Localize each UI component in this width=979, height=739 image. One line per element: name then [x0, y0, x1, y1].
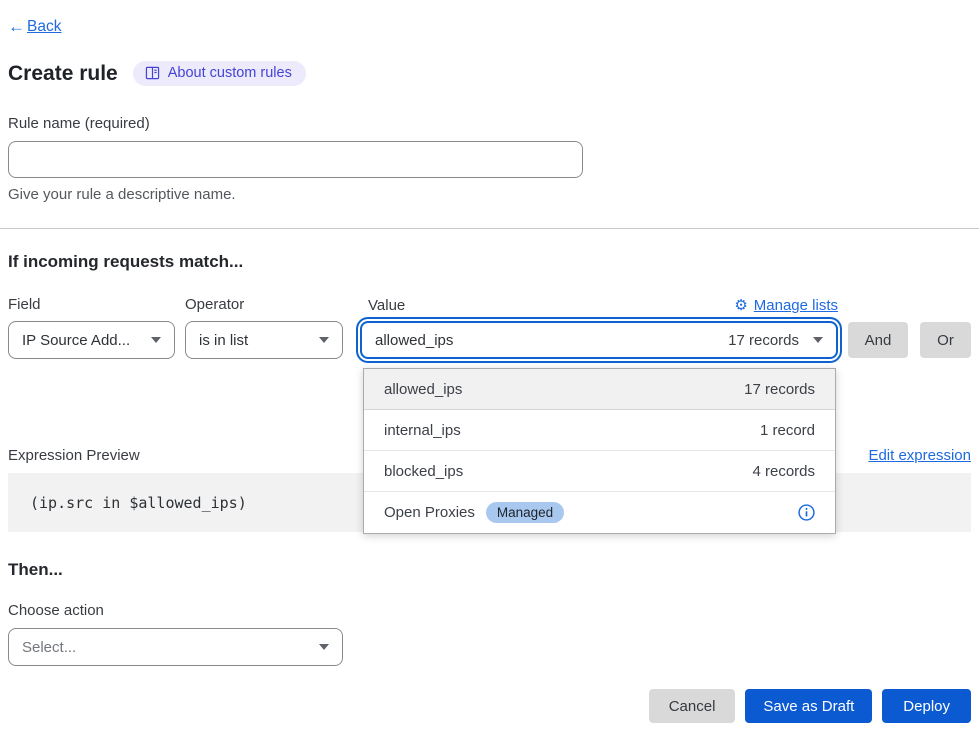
expression-preview-label: Expression Preview [8, 447, 140, 464]
list-option-allowed-ips[interactable]: allowed_ips 17 records [364, 369, 835, 410]
about-custom-rules-badge[interactable]: About custom rules [133, 61, 306, 86]
list-record-count: 1 record [760, 422, 815, 439]
create-rule-page: ← Back Create rule About custom rules Ru… [0, 0, 979, 723]
save-as-draft-button[interactable]: Save as Draft [745, 689, 872, 723]
action-select-placeholder: Select... [22, 639, 76, 656]
manage-lists-link[interactable]: ⚙ Manage lists [734, 296, 838, 314]
list-name: allowed_ips [384, 381, 462, 398]
field-select[interactable]: IP Source Add... [8, 321, 175, 359]
and-button[interactable]: And [848, 322, 908, 358]
about-badge-label: About custom rules [168, 65, 292, 81]
list-option-blocked-ips[interactable]: blocked_ips 4 records [364, 451, 835, 492]
footer-buttons: Cancel Save as Draft Deploy [8, 689, 971, 723]
rule-name-helper: Give your rule a descriptive name. [8, 186, 971, 203]
list-option-open-proxies[interactable]: Open Proxies Managed [364, 492, 835, 533]
back-link[interactable]: ← Back [8, 17, 61, 37]
value-select-wrap: allowed_ips 17 records allowed_ips 17 re… [360, 321, 838, 359]
list-record-count: 17 records [744, 381, 815, 398]
list-name: blocked_ips [384, 463, 463, 480]
operator-select[interactable]: is in list [185, 321, 343, 359]
edit-expression-link[interactable]: Edit expression [868, 447, 971, 464]
list-option-internal-ips[interactable]: internal_ips 1 record [364, 410, 835, 451]
list-name: internal_ips [384, 422, 461, 439]
manage-lists-label: Manage lists [754, 297, 838, 314]
gear-icon: ⚙ [734, 296, 747, 314]
managed-badge: Managed [486, 502, 564, 523]
info-icon[interactable] [798, 504, 815, 521]
cancel-button[interactable]: Cancel [649, 689, 736, 723]
back-label: Back [27, 18, 61, 36]
chevron-down-icon [813, 337, 823, 343]
choose-action-label: Choose action [8, 602, 971, 619]
rule-name-label: Rule name (required) [8, 115, 971, 132]
operator-label: Operator [185, 296, 343, 314]
or-button[interactable]: Or [920, 322, 971, 358]
match-section-heading: If incoming requests match... [8, 252, 971, 272]
chevron-down-icon [319, 644, 329, 650]
value-combobox-meta: 17 records [728, 332, 799, 349]
value-combobox-selected: allowed_ips [375, 332, 453, 349]
chevron-down-icon [319, 337, 329, 343]
page-title: Create rule [8, 62, 118, 86]
rule-name-input[interactable] [8, 141, 583, 178]
chevron-down-icon [151, 337, 161, 343]
deploy-button[interactable]: Deploy [882, 689, 971, 723]
then-section-heading: Then... [8, 560, 971, 580]
list-record-count: 4 records [752, 463, 815, 480]
field-label: Field [8, 296, 175, 314]
expression-code: (ip.src in $allowed_ips) [30, 494, 247, 512]
operator-select-value: is in list [199, 332, 248, 349]
value-label: Value [368, 297, 405, 314]
title-row: Create rule About custom rules [8, 61, 971, 86]
match-controls-row: IP Source Add... is in list allowed_ips … [8, 321, 971, 359]
back-arrow-icon: ← [8, 17, 25, 37]
field-select-value: IP Source Add... [22, 332, 130, 349]
section-divider [0, 228, 979, 229]
action-select[interactable]: Select... [8, 628, 343, 666]
book-icon [145, 66, 160, 80]
list-name: Open Proxies [384, 504, 475, 521]
match-labels-row: Field Operator Value ⚙ Manage lists [8, 296, 971, 314]
value-combobox[interactable]: allowed_ips 17 records [360, 321, 838, 359]
lists-dropdown-menu: allowed_ips 17 records internal_ips 1 re… [363, 368, 836, 534]
